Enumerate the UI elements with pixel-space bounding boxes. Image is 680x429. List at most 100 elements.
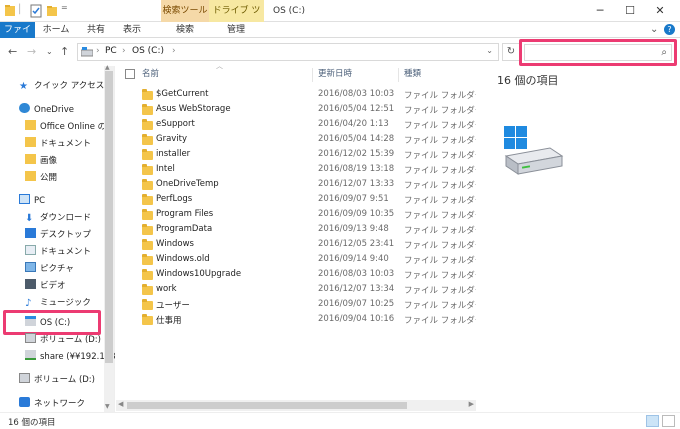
- tab-file[interactable]: ファイル: [0, 22, 35, 51]
- table-row[interactable]: $GetCurrent 2016/08/03 10:03 ファイル フォルダー: [116, 88, 483, 103]
- file-date: 2016/09/09 10:35: [318, 209, 395, 219]
- nav-videos[interactable]: ビデオ: [25, 278, 66, 294]
- file-type: ファイル フォルダー: [404, 151, 484, 161]
- file-date: 2016/08/03 10:03: [318, 89, 395, 99]
- table-row[interactable]: installer 2016/12/02 15:39 ファイル フォルダー: [116, 148, 483, 163]
- folder-icon: [142, 314, 153, 325]
- breadcrumb-pc[interactable]: PC: [105, 46, 117, 56]
- navigation-pane: ★ クイック アクセス OneDrive Office Online の ドキュメ…: [0, 64, 116, 412]
- maximize-button[interactable]: ☐: [615, 0, 645, 22]
- minimize-button[interactable]: ─: [585, 0, 615, 22]
- table-row[interactable]: Gravity 2016/05/04 14:28 ファイル フォルダー: [116, 133, 483, 148]
- nav-music[interactable]: ♪ ミュージック: [25, 295, 91, 311]
- folder-icon: [142, 284, 153, 295]
- horizontal-scroll-thumb[interactable]: [127, 402, 407, 409]
- pc-icon: [19, 194, 30, 204]
- documents-icon: [25, 245, 36, 255]
- nav-pictures[interactable]: ピクチャ: [25, 261, 74, 277]
- table-row[interactable]: Program Files 2016/09/09 10:35 ファイル フォルダー: [116, 208, 483, 223]
- scroll-up-icon[interactable]: ▲: [105, 64, 110, 71]
- nav-downloads[interactable]: ⬇ ダウンロード: [25, 210, 91, 226]
- table-row[interactable]: eSupport 2016/04/20 1:13 ファイル フォルダー: [116, 118, 483, 133]
- nav-volume-d-root[interactable]: ボリューム (D:): [19, 372, 95, 388]
- table-row[interactable]: 仕事用 2016/09/04 10:16 ファイル フォルダー: [116, 313, 483, 328]
- scroll-left-icon[interactable]: ◀: [118, 400, 123, 408]
- up-button[interactable]: ↑: [60, 45, 69, 58]
- table-row[interactable]: ユーザー 2016/09/07 10:25 ファイル フォルダー: [116, 298, 483, 313]
- column-header-date[interactable]: 更新日時: [318, 66, 352, 82]
- back-button[interactable]: ←: [8, 45, 17, 58]
- column-divider[interactable]: [312, 68, 313, 82]
- file-date: 2016/04/20 1:13: [318, 119, 389, 129]
- table-row[interactable]: OneDriveTemp 2016/12/07 13:33 ファイル フォルダー: [116, 178, 483, 193]
- nav-os-c[interactable]: OS (C:): [25, 315, 70, 331]
- table-row[interactable]: ProgramData 2016/09/13 9:48 ファイル フォルダー: [116, 223, 483, 238]
- select-all-checkbox[interactable]: [125, 69, 135, 79]
- tab-home[interactable]: ホーム: [40, 22, 72, 38]
- search-icon[interactable]: ⌕: [661, 47, 667, 58]
- table-row[interactable]: work 2016/12/07 13:34 ファイル フォルダー: [116, 283, 483, 298]
- file-name: Windows10Upgrade: [156, 269, 242, 279]
- search-input[interactable]: ⌕: [524, 44, 672, 61]
- table-row[interactable]: PerfLogs 2016/09/07 9:51 ファイル フォルダー: [116, 193, 483, 208]
- file-name: eSupport: [156, 119, 195, 129]
- large-icons-view-button[interactable]: [662, 415, 675, 427]
- help-icon[interactable]: ?: [664, 24, 675, 35]
- nav-share-network-drive[interactable]: share (¥¥192.168: [25, 349, 116, 365]
- file-date: 2016/09/14 9:40: [318, 254, 389, 264]
- nav-onedrive-public[interactable]: 公開: [25, 170, 57, 186]
- nav-scroll-thumb[interactable]: [105, 71, 113, 363]
- properties-icon[interactable]: [30, 4, 42, 18]
- nav-onedrive[interactable]: OneDrive: [19, 102, 74, 118]
- nav-label: ネットワーク: [34, 399, 86, 409]
- nav-network[interactable]: ネットワーク: [19, 396, 85, 412]
- column-header-type[interactable]: 種類: [404, 66, 421, 82]
- file-name: PerfLogs: [156, 194, 193, 204]
- details-view-button[interactable]: [646, 415, 659, 427]
- expand-ribbon-icon[interactable]: ⌄: [650, 24, 658, 35]
- nav-label: ビデオ: [40, 281, 66, 291]
- nav-label: クイック アクセス: [34, 81, 105, 91]
- breadcrumb-separator: ›: [122, 46, 126, 56]
- nav-pc[interactable]: PC: [19, 193, 45, 209]
- tab-search[interactable]: 検索: [165, 22, 205, 38]
- table-row[interactable]: Intel 2016/08/19 13:18 ファイル フォルダー: [116, 163, 483, 178]
- table-row[interactable]: Windows.old 2016/09/14 9:40 ファイル フォルダー: [116, 253, 483, 268]
- tab-drive-tools-context: ドライブ ツール: [209, 0, 264, 38]
- table-row[interactable]: Windows10Upgrade 2016/08/03 10:03 ファイル フォル…: [116, 268, 483, 283]
- column-divider[interactable]: [398, 68, 399, 82]
- tab-share[interactable]: 共有: [82, 22, 110, 38]
- nav-documents[interactable]: ドキュメント: [25, 244, 91, 260]
- table-row[interactable]: Windows 2016/12/05 23:41 ファイル フォルダー: [116, 238, 483, 253]
- horizontal-scrollbar[interactable]: ◀ ▶: [116, 400, 476, 411]
- explorer-app-icon[interactable]: [4, 4, 16, 18]
- nav-scrollbar[interactable]: ▲ ▼: [104, 64, 114, 412]
- nav-onedrive-documents[interactable]: ドキュメント: [25, 136, 91, 152]
- folder-icon: [142, 164, 153, 175]
- scroll-down-icon[interactable]: ▼: [105, 403, 110, 410]
- scroll-right-icon[interactable]: ▶: [469, 400, 474, 408]
- folder-icon: [142, 254, 153, 265]
- close-button[interactable]: ✕: [645, 0, 675, 22]
- table-row[interactable]: Asus WebStorage 2016/05/04 12:51 ファイル フォルダ…: [116, 103, 483, 118]
- file-name: 仕事用: [156, 316, 182, 326]
- new-folder-icon[interactable]: [46, 4, 58, 18]
- nav-label: OS (C:): [40, 318, 71, 328]
- breadcrumb-os-c[interactable]: OS (C:): [132, 46, 164, 56]
- chevron-down-icon[interactable]: ⌄: [486, 46, 493, 55]
- column-header-name[interactable]: 名前: [142, 66, 159, 82]
- nav-quick-access[interactable]: ★ クイック アクセス: [19, 78, 104, 94]
- nav-label: ドキュメント: [40, 139, 92, 149]
- tab-manage[interactable]: 管理: [216, 22, 256, 38]
- file-type: ファイル フォルダー: [404, 271, 484, 281]
- address-bar[interactable]: › PC › OS (C:) › ⌄: [77, 43, 499, 61]
- nav-desktop[interactable]: デスクトップ: [25, 227, 91, 243]
- recent-locations-button[interactable]: ⌄: [46, 47, 53, 56]
- tab-view[interactable]: 表示: [118, 22, 146, 38]
- refresh-button[interactable]: ↻: [502, 43, 520, 61]
- forward-button[interactable]: →: [27, 45, 36, 58]
- nav-volume-d[interactable]: ボリューム (D:): [25, 332, 101, 348]
- nav-onedrive-images[interactable]: 画像: [25, 153, 57, 169]
- customize-toolbar-icon[interactable]: =: [61, 3, 68, 12]
- nav-office-online[interactable]: Office Online の: [25, 119, 106, 135]
